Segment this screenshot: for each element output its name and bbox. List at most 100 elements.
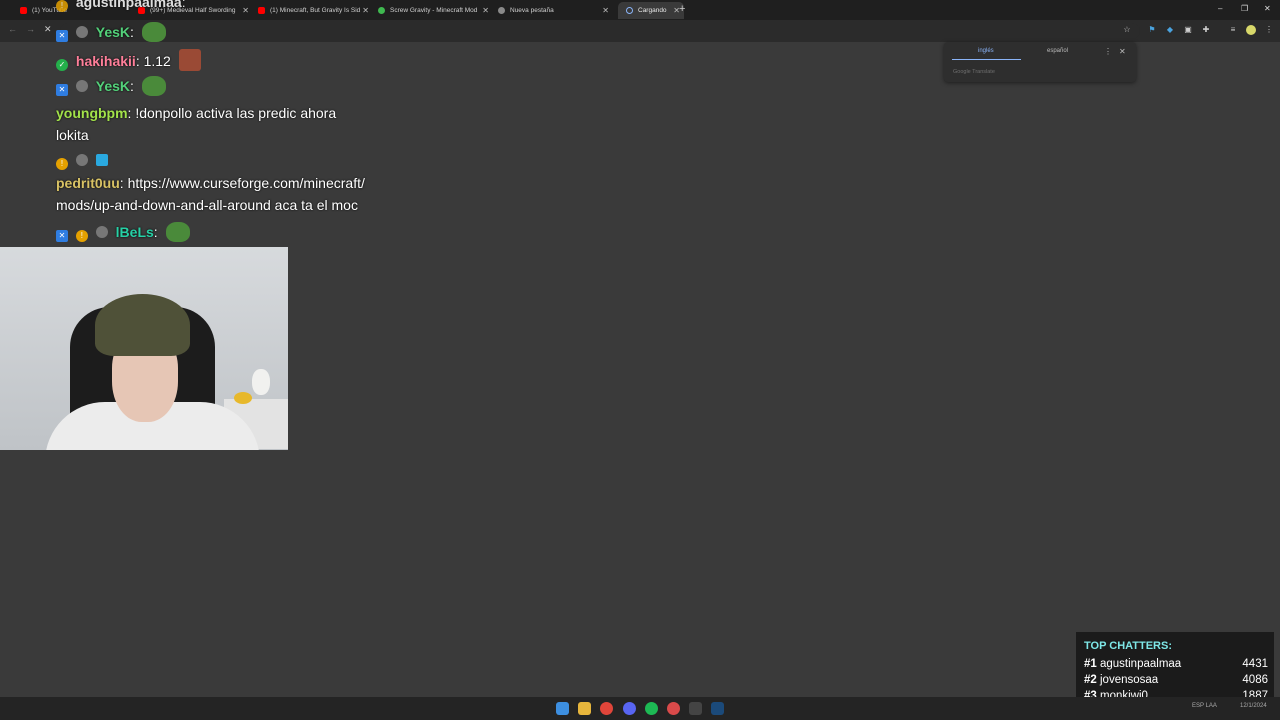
cube-badge-icon (95, 154, 108, 166)
restore-button[interactable]: ❐ (1241, 4, 1248, 13)
pepe-emote-icon (141, 76, 166, 96)
badge-icon: ! (75, 230, 88, 242)
new-tab-button[interactable]: + (679, 3, 685, 15)
browser-tab-strip: (1) YouTube (99+) Medieval Half Swording… (0, 0, 1280, 20)
pepe-emote-icon (165, 222, 190, 242)
translate-popup: inglés español ⋮ ✕ Google Translate (944, 42, 1136, 82)
extensions-puzzle-icon[interactable]: ✚ (1201, 25, 1211, 35)
tab-source-language[interactable]: inglés (978, 48, 994, 54)
chat-message: pedrit0uu: https://www.curseforge.com/mi… (56, 175, 365, 191)
browser-toolbar: ← → ✕ ☆ ⚑ ◆ ▣ ✚ ≡ ⋮ (0, 20, 1280, 42)
tab-minecraft-video[interactable]: (1) Minecraft, But Gravity Is Sid ✕ (258, 2, 373, 19)
youtube-icon (258, 7, 265, 14)
chat-text-continued: mods/up-and-down-and-all-around aca ta e… (56, 197, 358, 213)
back-arrow-icon[interactable]: ← (8, 24, 17, 34)
discord-icon[interactable] (623, 702, 636, 715)
chat-username: youngbpm (56, 105, 128, 121)
more-menu-icon[interactable]: ⋮ (1264, 25, 1274, 35)
face-emote-icon (178, 49, 201, 71)
spotify-icon[interactable] (645, 702, 658, 715)
profile-avatar[interactable] (1246, 25, 1256, 35)
lamp (252, 369, 270, 395)
webcam-feed (0, 247, 288, 450)
chat-message: ✕ YesK: (56, 22, 166, 42)
cup-badge-icon (95, 226, 108, 238)
tab-screw-gravity[interactable]: Screw Gravity - Minecraft Mod ✕ (378, 2, 493, 19)
screenshot-icon[interactable]: ▣ (1183, 25, 1193, 35)
chat-username: pedrit0uu (56, 175, 120, 191)
cup-badge-icon (75, 26, 88, 38)
camo-cap (95, 294, 190, 356)
epic-games-icon[interactable] (689, 702, 702, 715)
close-tab-icon[interactable]: ✕ (482, 6, 489, 15)
steam-icon[interactable] (711, 702, 724, 715)
tab-loading[interactable]: Cargando ✕ (618, 2, 684, 19)
chatter-count: 4431 (1242, 658, 1268, 670)
rubber-duck (234, 392, 252, 404)
chat-message: youngbpm: !donpollo activa las predic ah… (56, 105, 337, 121)
extension-icon[interactable]: ◆ (1165, 25, 1175, 35)
youtube-icon (20, 7, 27, 14)
file-explorer-icon[interactable] (578, 702, 591, 715)
chat-text-continued: lokita (56, 127, 89, 143)
chat-username: agustinpaalmaa (75, 0, 182, 10)
translate-brand: Google Translate (953, 69, 995, 75)
chatter-rank: #2 (1084, 674, 1097, 686)
more-options-icon[interactable]: ⋮ (1104, 47, 1112, 56)
stop-loading-icon[interactable]: ✕ (44, 24, 52, 35)
chat-username: YesK (95, 78, 131, 94)
chatter-row: #1 agustinpaalmaa 4431 (1084, 658, 1268, 670)
chat-text: !donpollo activa las predic ahora (135, 105, 337, 121)
language-indicator[interactable]: ESP LAA (1192, 703, 1217, 709)
close-tab-icon[interactable]: ✕ (242, 6, 249, 15)
translate-extension-icon[interactable]: ⚑ (1147, 25, 1157, 35)
close-icon[interactable]: ✕ (1119, 47, 1126, 56)
tab-new-tab[interactable]: Nueva pestaña ✕ (498, 2, 613, 19)
tab-target-language[interactable]: español (1047, 48, 1068, 54)
chat-badges-row: ! (56, 152, 112, 170)
chatter-rank: #1 (1084, 658, 1097, 670)
taskbar: ESP LAA 12/1/2024 (0, 697, 1280, 720)
chatter-name: agustinpaalmaa (1100, 658, 1182, 670)
sword-badge-icon: ✕ (56, 84, 68, 96)
tab-label: (1) Minecraft, But Gravity Is Sid (270, 7, 361, 14)
chrome-icon (498, 7, 505, 14)
chat-username: YesK (95, 24, 131, 40)
close-tab-icon[interactable]: ✕ (602, 6, 609, 15)
tab-label: Cargando (638, 7, 667, 14)
tab-search-icon[interactable]: ≡ (1228, 25, 1238, 35)
tab-label: Nueva pestaña (510, 7, 554, 14)
clock-date[interactable]: 12/1/2024 (1240, 703, 1267, 709)
forward-arrow-icon[interactable]: → (26, 24, 35, 34)
badge-icon: ! (56, 0, 68, 12)
selected-tab-indicator (952, 59, 1021, 60)
chat-link[interactable]: https://www.curseforge.com/minecraft/ (128, 175, 365, 191)
curseforge-icon (378, 7, 385, 14)
chatter-name: jovensosaa (1100, 674, 1159, 686)
address-bar[interactable] (60, 23, 1140, 39)
top-chatters-title: TOP CHATTERS: (1084, 640, 1173, 652)
pepe-emote-icon (141, 22, 166, 42)
tab-label: Screw Gravity - Minecraft Mod (390, 7, 478, 14)
sword-badge-icon: ✕ (56, 230, 68, 242)
chat-message: ✕ YesK: (56, 76, 166, 96)
chat-message: ✕ ! lBeLs: (56, 222, 190, 242)
verified-badge-icon: ✓ (56, 59, 68, 71)
cup-badge-icon (75, 80, 88, 92)
cup-badge-icon (75, 154, 88, 166)
loading-spinner-icon (626, 7, 633, 14)
chat-username: lBeLs (115, 224, 154, 240)
sword-badge-icon: ✕ (56, 30, 68, 42)
chatter-count: 4086 (1242, 674, 1268, 686)
bookmark-star-icon[interactable]: ☆ (1122, 25, 1132, 35)
chatter-row: #2 jovensosaa 4086 (1084, 674, 1268, 686)
close-tab-icon[interactable]: ✕ (362, 6, 369, 15)
start-windows-icon[interactable] (556, 702, 569, 715)
minimize-button[interactable]: – (1218, 4, 1222, 13)
chat-username: hakihakii (75, 53, 136, 69)
close-window-button[interactable]: ✕ (1264, 4, 1271, 13)
badge-icon: ! (56, 158, 68, 170)
app-icon[interactable] (667, 702, 680, 715)
chat-message: ! agustinpaalmaa: (56, 0, 186, 12)
chrome-icon[interactable] (600, 702, 613, 715)
